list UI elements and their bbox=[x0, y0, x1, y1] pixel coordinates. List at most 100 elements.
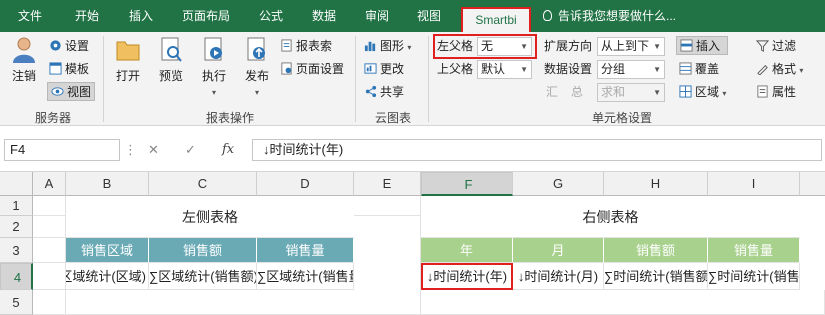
row-header[interactable]: 5 bbox=[0, 290, 33, 315]
row-header[interactable]: 3 bbox=[0, 238, 33, 263]
row-header[interactable]: 2 bbox=[0, 216, 33, 238]
tab-formulas[interactable]: 公式 bbox=[248, 0, 294, 32]
left-table-title[interactable]: 左侧表格 bbox=[66, 196, 354, 238]
page-setup-button[interactable]: 页面设置 bbox=[280, 60, 344, 79]
ribbon-panel: 注销 设置 模板 视图 服务器 打开 预览 执行 ▾ 发布 ▾ 报表索 页面设置 报… bbox=[0, 32, 825, 126]
right-data-cell[interactable]: ↓时间统计(月) bbox=[513, 263, 604, 290]
column-header[interactable]: H bbox=[604, 172, 708, 196]
column-header[interactable]: B bbox=[66, 172, 149, 196]
template-button[interactable]: 模板 bbox=[49, 60, 89, 79]
grid-cell[interactable] bbox=[33, 196, 66, 216]
enter-icon[interactable]: ✓ bbox=[185, 139, 196, 161]
tell-me-search[interactable]: 告诉我您想要做什么... bbox=[543, 0, 676, 32]
select-all-corner[interactable] bbox=[0, 172, 33, 196]
right-header-cell[interactable]: 月 bbox=[513, 238, 604, 263]
region-button[interactable]: 区域 ▾ bbox=[679, 83, 726, 102]
grid-cell[interactable] bbox=[33, 216, 66, 238]
column-header[interactable]: D bbox=[257, 172, 354, 196]
right-data-cell[interactable]: ∑时间统计(销售量) bbox=[708, 263, 800, 290]
lightbulb-icon bbox=[543, 10, 552, 21]
cancel-icon[interactable]: ✕ bbox=[148, 139, 159, 161]
right-data-cell[interactable]: ∑时间统计(销售额) bbox=[604, 263, 708, 290]
sum-label: 汇 bbox=[546, 85, 559, 99]
column-header-selected[interactable]: F bbox=[421, 172, 513, 196]
tab-file[interactable]: 文件 bbox=[6, 0, 54, 32]
expand-direction-select[interactable]: 从上到下 ▼ bbox=[597, 37, 665, 56]
tab-view[interactable]: 视图 bbox=[406, 0, 452, 32]
left-header-cell[interactable]: 销售量 bbox=[257, 238, 354, 263]
left-data-cell[interactable]: ↓区域统计(区域) bbox=[66, 263, 149, 290]
chevron-down-icon: ▾ bbox=[254, 88, 259, 97]
insert-function-button[interactable]: fx bbox=[222, 139, 234, 161]
group-separator bbox=[355, 36, 356, 122]
top-parent-select[interactable]: 默认 ▼ bbox=[477, 60, 532, 79]
group-label-cloud: 云图表 bbox=[374, 111, 411, 125]
play-icon bbox=[204, 37, 222, 61]
tab-smartbi[interactable]: Smartbi bbox=[461, 7, 531, 32]
execute-button[interactable]: 执行 ▾ bbox=[196, 36, 232, 98]
group-separator bbox=[428, 36, 429, 122]
open-button[interactable]: 打开 bbox=[110, 36, 146, 84]
tab-page-layout[interactable]: 页面布局 bbox=[170, 0, 242, 32]
ribbon-tab-bar: 文件 开始 插入 页面布局 公式 数据 审阅 视图 Smartbi 告诉我您想要… bbox=[0, 0, 825, 32]
eye-icon bbox=[51, 87, 64, 96]
column-header[interactable]: G bbox=[513, 172, 604, 196]
tab-data[interactable]: 数据 bbox=[300, 0, 348, 32]
share-button[interactable]: 共享 bbox=[364, 83, 404, 102]
cover-icon bbox=[679, 62, 692, 75]
share-icon bbox=[365, 85, 377, 98]
left-data-cell[interactable]: ∑区域统计(销售量) bbox=[257, 263, 354, 290]
attribute-button[interactable]: 属性 bbox=[756, 83, 796, 102]
top-parent-label: 上父格 bbox=[437, 62, 474, 76]
column-header[interactable]: A bbox=[33, 172, 66, 196]
column-header-partial bbox=[800, 172, 825, 196]
column-header[interactable]: C bbox=[149, 172, 257, 196]
publish-button[interactable]: 发布 ▾ bbox=[239, 36, 275, 98]
attribute-icon bbox=[757, 85, 768, 98]
user-icon bbox=[13, 37, 35, 63]
insert-mode-button[interactable]: 插入 bbox=[676, 36, 728, 55]
tab-review[interactable]: 审阅 bbox=[354, 0, 400, 32]
row-header-selected[interactable]: 4 bbox=[0, 263, 33, 290]
filter-button[interactable]: 过滤 bbox=[756, 37, 796, 56]
view-button[interactable]: 视图 bbox=[47, 82, 96, 101]
grid-cell[interactable] bbox=[33, 290, 66, 315]
tab-insert[interactable]: 插入 bbox=[118, 0, 164, 32]
tab-home[interactable]: 开始 bbox=[62, 0, 112, 32]
name-box[interactable]: F4 bbox=[4, 139, 120, 161]
chart-button[interactable]: 图形 ▾ bbox=[364, 37, 411, 56]
selected-cell-f4[interactable]: ↓时间统计(年) bbox=[421, 263, 513, 290]
change-button[interactable]: 更改 bbox=[364, 60, 404, 79]
sum-select: 求和 ▼ bbox=[597, 83, 665, 102]
left-data-cell[interactable]: ∑区域统计(销售额) bbox=[149, 263, 257, 290]
grid-row-5[interactable] bbox=[66, 290, 825, 315]
column-header[interactable]: E bbox=[354, 172, 421, 196]
right-table-title[interactable]: 右侧表格 bbox=[421, 196, 800, 238]
formula-bar: F4 ⋮ ✕ ✓ fx ↓时间统计(年) bbox=[0, 126, 825, 172]
logout-button[interactable]: 注销 bbox=[6, 36, 42, 84]
expand-direction-label: 扩展方向 bbox=[544, 39, 593, 53]
formula-input[interactable]: ↓时间统计(年) bbox=[252, 139, 822, 161]
format-icon bbox=[757, 65, 768, 75]
format-button[interactable]: 格式 ▾ bbox=[756, 60, 803, 79]
spreadsheet-grid: A B C D E F G H I 1 2 3 4 5 左侧表格 右侧表格 销售… bbox=[0, 172, 825, 315]
data-setting-select[interactable]: 分组 ▼ bbox=[597, 60, 665, 79]
preview-button[interactable]: 预览 bbox=[153, 36, 189, 84]
left-header-cell[interactable]: 销售区域 bbox=[66, 238, 149, 263]
formula-bar-grip: ⋮ bbox=[124, 142, 137, 157]
row-header[interactable]: 1 bbox=[0, 196, 33, 216]
column-header[interactable]: I bbox=[708, 172, 800, 196]
data-setting-label: 数据设置 bbox=[544, 62, 593, 76]
cover-mode-button[interactable]: 覆盖 bbox=[679, 60, 719, 79]
settings-button[interactable]: 设置 bbox=[49, 37, 89, 56]
report-query-button[interactable]: 报表索 bbox=[280, 37, 332, 56]
bar-chart-icon bbox=[364, 41, 376, 52]
grid-cell[interactable] bbox=[33, 238, 66, 263]
publish-icon bbox=[247, 37, 265, 61]
right-header-cell[interactable]: 年 bbox=[421, 238, 513, 263]
right-header-cell[interactable]: 销售量 bbox=[708, 238, 800, 263]
left-header-cell[interactable]: 销售额 bbox=[149, 238, 257, 263]
chevron-down-icon: ▾ bbox=[722, 89, 727, 98]
grid-cell[interactable] bbox=[33, 263, 66, 290]
right-header-cell[interactable]: 销售额 bbox=[604, 238, 708, 263]
